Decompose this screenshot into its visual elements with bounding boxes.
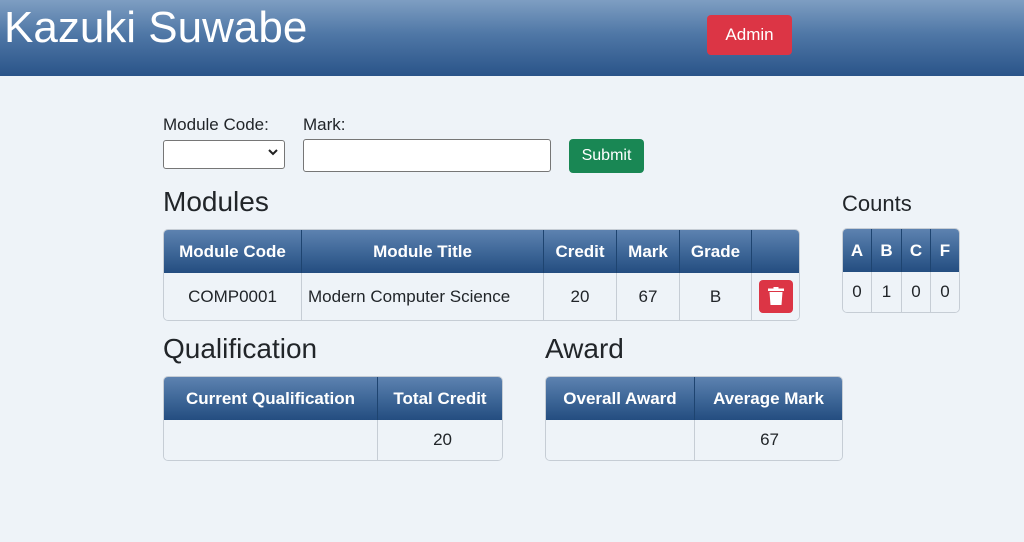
column-header-module-code: Module Code	[164, 230, 302, 273]
column-header-count-c: C	[902, 229, 931, 272]
column-header-credit: Credit	[544, 230, 617, 273]
table-row: 67	[546, 420, 842, 460]
delete-module-button[interactable]	[758, 280, 793, 313]
column-header-grade: Grade	[680, 230, 752, 273]
module-title-cell: Modern Computer Science	[302, 273, 544, 320]
table-row: 20	[164, 420, 502, 460]
module-code-label: Module Code:	[163, 115, 269, 134]
table-row: 0 1 0 0	[843, 272, 959, 312]
column-header-overall-award: Overall Award	[546, 377, 695, 420]
admin-button[interactable]: Admin	[707, 15, 792, 55]
column-header-mark: Mark	[617, 230, 680, 273]
count-a-cell: 0	[843, 272, 872, 312]
table-row: COMP0001 Modern Computer Science 20 67 B	[164, 273, 799, 320]
count-b-cell: 1	[872, 272, 902, 312]
count-c-cell: 0	[902, 272, 931, 312]
page-header: Kazuki Suwabe Admin	[0, 0, 1024, 76]
column-header-total-credit: Total Credit	[378, 377, 502, 420]
qualification-table: Current Qualification Total Credit 20	[163, 376, 503, 461]
award-table: Overall Award Average Mark 67	[545, 376, 843, 461]
actions-cell	[752, 273, 799, 320]
mark-input[interactable]	[303, 139, 551, 172]
page-title: Kazuki Suwabe	[4, 3, 308, 52]
average-mark-cell: 67	[695, 420, 842, 460]
trash-icon	[767, 287, 784, 305]
qualification-heading: Qualification	[163, 333, 318, 364]
column-header-count-f: F	[931, 229, 959, 272]
module-code-cell: COMP0001	[164, 273, 302, 320]
counts-table: A B C F 0 1 0 0	[842, 228, 960, 313]
column-header-average-mark: Average Mark	[695, 377, 842, 420]
modules-heading: Modules	[163, 186, 269, 217]
module-code-select[interactable]	[163, 140, 285, 169]
total-credit-cell: 20	[378, 420, 502, 460]
column-header-current-qualification: Current Qualification	[164, 377, 378, 420]
modules-table: Module Code Module Title Credit Mark Gra…	[163, 229, 800, 321]
award-heading: Award	[545, 333, 624, 364]
chevron-down-icon	[268, 144, 278, 163]
mark-cell: 67	[617, 273, 680, 320]
count-f-cell: 0	[931, 272, 959, 312]
grade-cell: B	[680, 273, 752, 320]
submit-button[interactable]: Submit	[569, 139, 644, 173]
column-header-actions	[752, 230, 799, 273]
counts-heading: Counts	[842, 191, 912, 216]
column-header-count-a: A	[843, 229, 872, 272]
credit-cell: 20	[544, 273, 617, 320]
current-qualification-cell	[164, 420, 378, 460]
column-header-count-b: B	[872, 229, 902, 272]
overall-award-cell	[546, 420, 695, 460]
column-header-module-title: Module Title	[302, 230, 544, 273]
mark-label: Mark:	[303, 115, 346, 134]
